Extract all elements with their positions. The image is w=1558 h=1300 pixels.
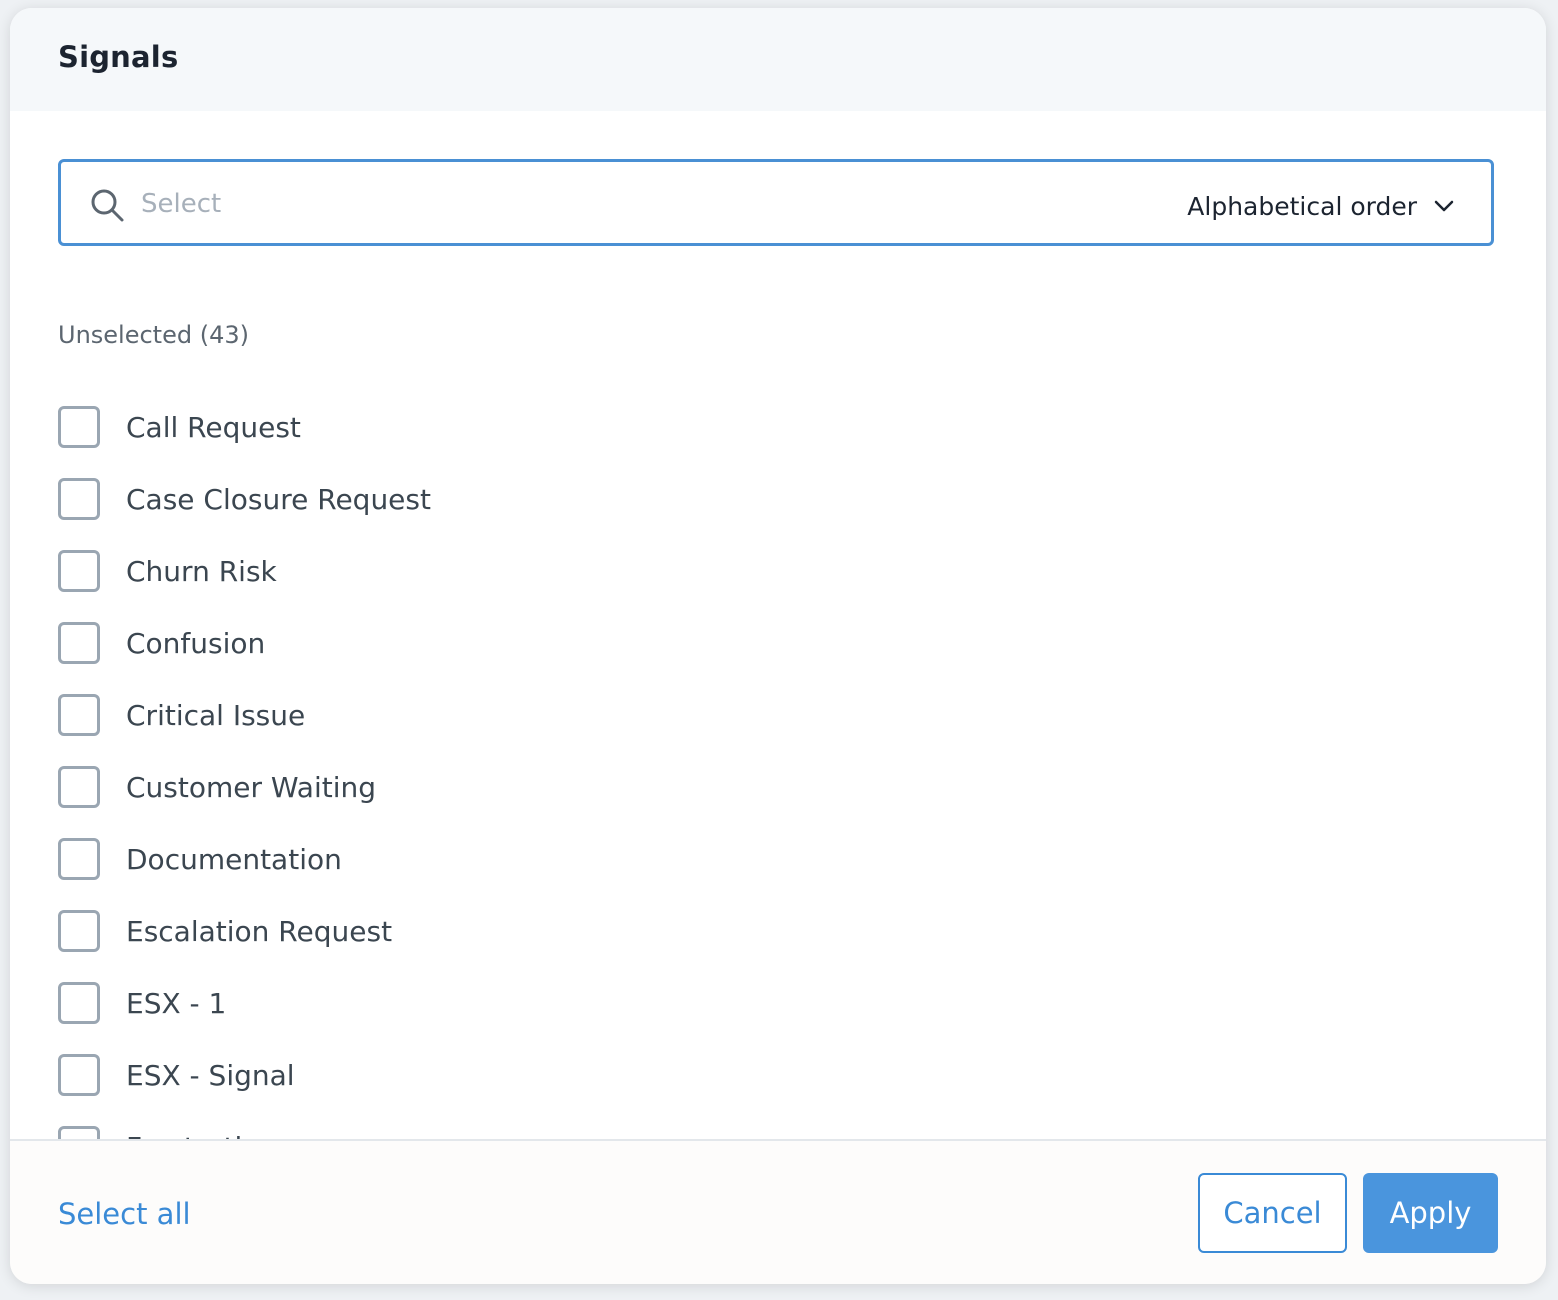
list-item-label: Critical Issue <box>126 698 306 732</box>
sort-dropdown-label: Alphabetical order <box>1187 191 1417 221</box>
list-item-label: Documentation <box>126 842 342 876</box>
list-item[interactable]: ESX - 1 <box>58 979 226 1027</box>
list-item[interactable]: ESX - Signal <box>58 1051 295 1099</box>
list-item-label: Confusion <box>126 626 266 660</box>
list-item[interactable]: Confusion <box>58 619 265 667</box>
search-input[interactable] <box>139 182 1043 226</box>
list-item-label: ESX - 1 <box>126 986 227 1020</box>
chevron-down-icon <box>1434 200 1454 212</box>
unselected-section-label: Unselected (43) <box>58 321 249 349</box>
checkbox[interactable] <box>58 406 100 448</box>
list-item[interactable]: Frustration <box>58 1123 277 1139</box>
search-box[interactable]: Alphabetical order <box>58 159 1494 246</box>
signals-modal: Signals Alphabetical order Unselected (4… <box>10 8 1546 1284</box>
checkbox[interactable] <box>58 982 100 1024</box>
list-item[interactable]: Call Request <box>58 403 301 451</box>
checkbox[interactable] <box>58 910 100 952</box>
list-item[interactable]: Documentation <box>58 835 342 883</box>
list-item[interactable]: Escalation Request <box>58 907 392 955</box>
list-item[interactable]: Case Closure Request <box>58 475 431 523</box>
checkbox[interactable] <box>58 1126 100 1139</box>
cancel-button[interactable]: Cancel <box>1198 1173 1347 1253</box>
list-item[interactable]: Critical Issue <box>58 691 305 739</box>
list-item-label: Call Request <box>126 410 301 444</box>
list-item-label: ESX - Signal <box>126 1058 295 1092</box>
signal-list[interactable]: Call Request Case Closure Request Churn … <box>58 403 1498 1139</box>
apply-button[interactable]: Apply <box>1363 1173 1498 1253</box>
checkbox[interactable] <box>58 766 100 808</box>
checkbox[interactable] <box>58 550 100 592</box>
modal-header: Signals <box>10 8 1546 111</box>
modal-footer: Select all Cancel Apply <box>10 1141 1546 1284</box>
checkbox[interactable] <box>58 622 100 664</box>
checkbox[interactable] <box>58 1054 100 1096</box>
search-icon <box>91 189 124 222</box>
list-item-label: Customer Waiting <box>126 770 377 804</box>
checkbox[interactable] <box>58 838 100 880</box>
list-item-label: Escalation Request <box>126 914 393 948</box>
sort-dropdown[interactable]: Alphabetical order <box>1187 186 1455 226</box>
select-all-link[interactable]: Select all <box>58 1197 191 1231</box>
list-item[interactable]: Customer Waiting <box>58 763 376 811</box>
list-item-label: Frustration <box>126 1131 277 1140</box>
list-item[interactable]: Churn Risk <box>58 547 277 595</box>
checkbox[interactable] <box>58 478 100 520</box>
list-item-label: Churn Risk <box>126 554 277 588</box>
modal-title: Signals <box>58 40 179 74</box>
checkbox[interactable] <box>58 694 100 736</box>
list-item-label: Case Closure Request <box>126 482 431 516</box>
